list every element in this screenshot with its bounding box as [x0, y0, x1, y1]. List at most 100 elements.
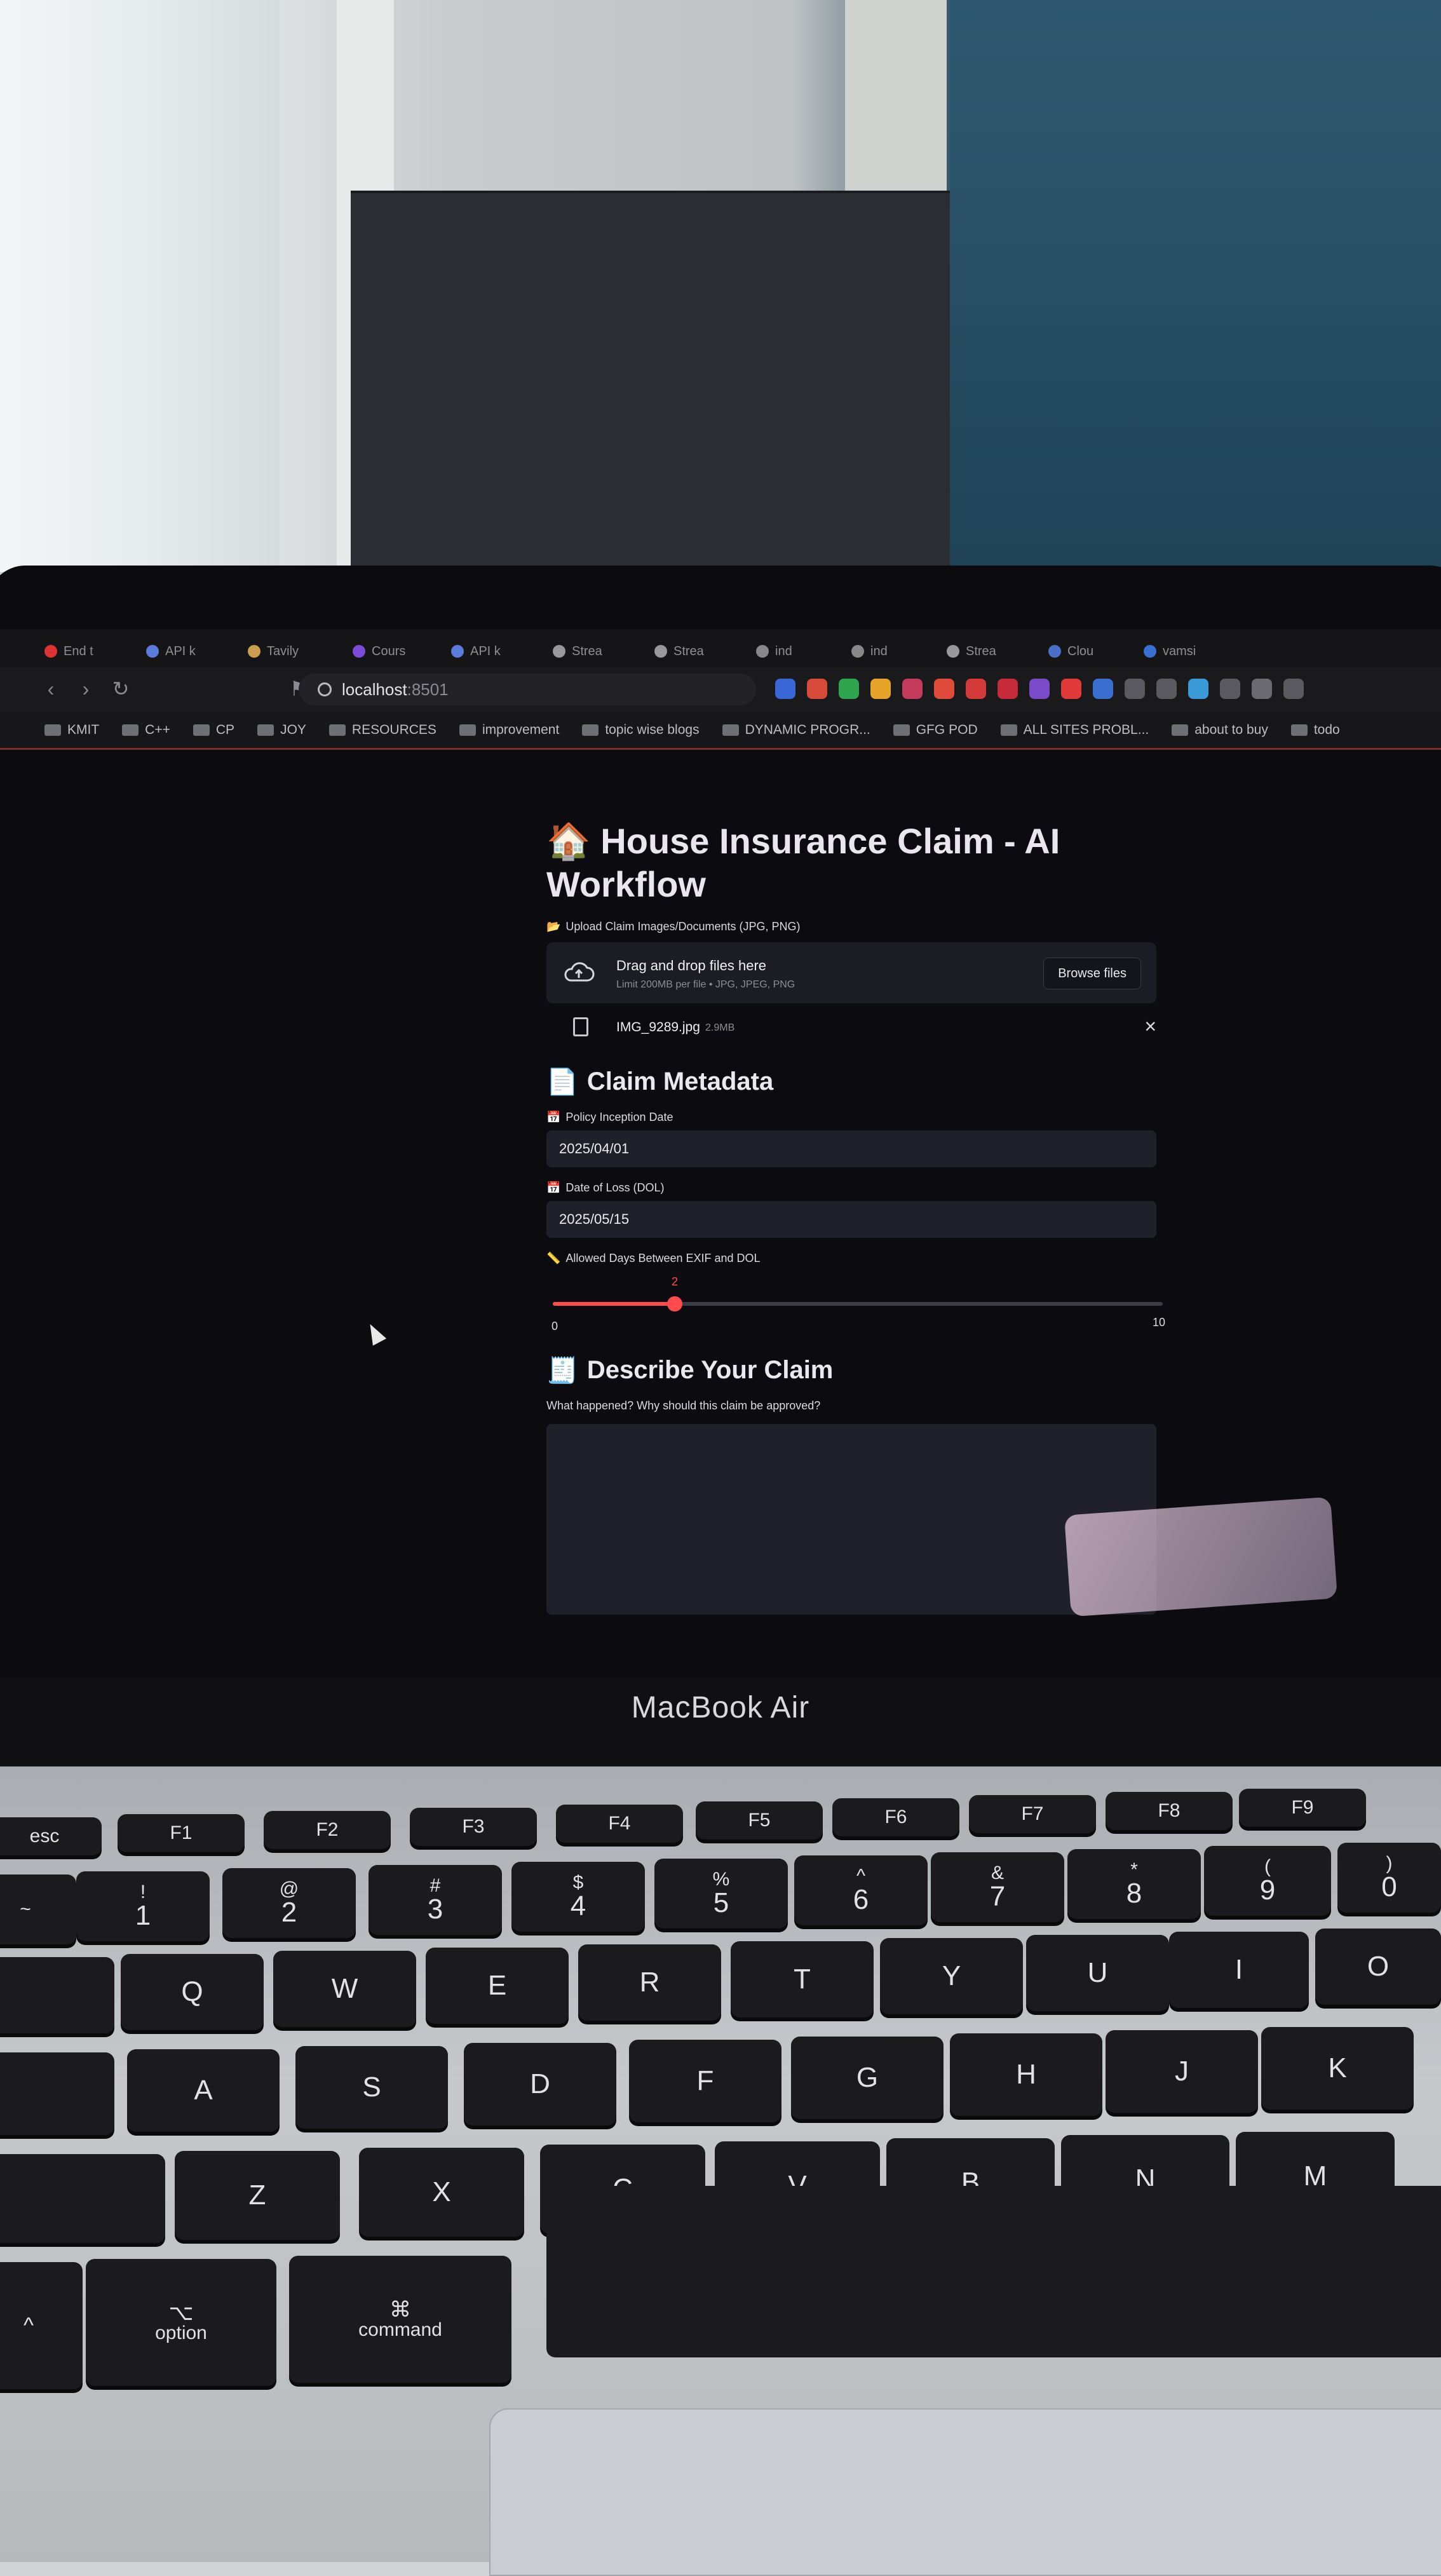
extension-icon[interactable]	[1093, 679, 1113, 699]
key-tab[interactable]	[0, 1957, 114, 2033]
key-y[interactable]: Y	[880, 1938, 1023, 2014]
key-caps[interactable]	[0, 2052, 114, 2135]
key-f5[interactable]: F5	[696, 1801, 823, 1840]
reload-icon[interactable]: ↻	[108, 676, 133, 702]
key-o[interactable]: O	[1315, 1929, 1441, 2005]
browser-tab[interactable]: Tavily	[248, 642, 299, 661]
extension-icon[interactable]	[1188, 679, 1208, 699]
key-6[interactable]: ^ 6	[794, 1855, 928, 1925]
key-space[interactable]	[546, 2186, 1441, 2357]
file-dropzone[interactable]: Drag and drop files here Limit 200MB per…	[546, 942, 1156, 1003]
extension-icon[interactable]	[1283, 679, 1304, 699]
extension-icon[interactable]	[839, 679, 859, 699]
extension-icon[interactable]	[1125, 679, 1145, 699]
browser-tab[interactable]: End t	[44, 642, 93, 661]
key-d[interactable]: D	[464, 2043, 616, 2125]
key-q[interactable]: Q	[121, 1954, 264, 2030]
key-esc[interactable]: esc	[0, 1817, 102, 1855]
key-r[interactable]: R	[578, 1944, 721, 2021]
key-5[interactable]: % 5	[654, 1859, 788, 1929]
site-info-icon[interactable]	[318, 682, 332, 696]
key-control[interactable]: ^	[0, 2262, 83, 2389]
browser-tab[interactable]: ind	[756, 642, 792, 661]
browser-tab[interactable]: Clou	[1048, 642, 1093, 661]
key-shift[interactable]	[0, 2154, 165, 2243]
key-k[interactable]: K	[1261, 2027, 1414, 2110]
extension-icon[interactable]	[902, 679, 923, 699]
bookmark-folder[interactable]: improvement	[459, 722, 559, 738]
extension-icon[interactable]	[1156, 679, 1177, 699]
key-f1[interactable]: F1	[118, 1814, 245, 1852]
extension-icon[interactable]	[1252, 679, 1272, 699]
key-z[interactable]: Z	[175, 2151, 340, 2240]
browser-tab[interactable]: Strea	[553, 642, 602, 661]
key-e[interactable]: E	[426, 1948, 569, 2024]
bookmark-folder[interactable]: GFG POD	[893, 722, 978, 738]
key-option[interactable]: ⌥ option	[86, 2259, 276, 2386]
bookmark-folder[interactable]: JOY	[257, 722, 306, 738]
remove-file-button[interactable]: ×	[1144, 1015, 1156, 1038]
key-f7[interactable]: F7	[969, 1795, 1096, 1833]
key-f[interactable]: F	[629, 2040, 781, 2122]
key-w[interactable]: W	[273, 1951, 416, 2027]
browser-tab[interactable]: Strea	[947, 642, 996, 661]
claim-description-textarea[interactable]	[546, 1424, 1156, 1615]
key-t[interactable]: T	[731, 1941, 874, 2017]
key-u[interactable]: U	[1026, 1935, 1169, 2011]
address-bar[interactable]: localhost:8501	[299, 674, 756, 705]
key-f2[interactable]: F2	[264, 1811, 391, 1849]
key-8[interactable]: * 8	[1067, 1849, 1201, 1919]
slider-thumb[interactable]	[667, 1296, 682, 1312]
key-i[interactable]: I	[1169, 1932, 1309, 2008]
bookmark-folder[interactable]: todo	[1290, 722, 1340, 738]
trackpad[interactable]	[489, 2408, 1441, 2576]
bookmark-folder[interactable]: C++	[122, 722, 170, 738]
key-g[interactable]: G	[791, 2037, 944, 2119]
bookmark-folder[interactable]: topic wise blogs	[582, 722, 700, 738]
browser-tab[interactable]: Strea	[654, 642, 704, 661]
key-command[interactable]: ⌘ command	[289, 2256, 511, 2383]
bookmark-folder[interactable]: DYNAMIC PROGR...	[722, 722, 870, 738]
key-f6[interactable]: F6	[832, 1798, 959, 1836]
days-slider[interactable]: 2 0 10	[546, 1275, 1169, 1339]
bookmark-folder[interactable]: about to buy	[1172, 722, 1268, 738]
dol-date-input[interactable]: 2025/05/15	[546, 1201, 1156, 1238]
key-7[interactable]: & 7	[931, 1852, 1064, 1922]
key-9[interactable]: (9	[1204, 1846, 1331, 1916]
key-0[interactable]: ) 0	[1337, 1843, 1441, 1913]
browser-tab[interactable]: API k	[451, 642, 501, 661]
extension-icon[interactable]	[934, 679, 954, 699]
key-j[interactable]: J	[1106, 2030, 1258, 2113]
key-f9[interactable]: F9	[1239, 1789, 1366, 1827]
key-tilde[interactable]: ~	[0, 1874, 76, 1944]
key-1[interactable]: ! 1	[76, 1871, 210, 1941]
key-3[interactable]: #3	[369, 1865, 502, 1935]
key-4[interactable]: $4	[511, 1862, 645, 1932]
key-x[interactable]: X	[359, 2148, 524, 2237]
policy-date-input[interactable]: 2025/04/01	[546, 1130, 1156, 1167]
bookmark-folder[interactable]: RESOURCES	[328, 722, 436, 738]
browser-tab[interactable]: Cours	[353, 642, 405, 661]
key-f4[interactable]: F4	[556, 1805, 683, 1843]
extension-icon[interactable]	[1061, 679, 1081, 699]
extension-icon[interactable]	[966, 679, 986, 699]
extension-icon[interactable]	[775, 679, 795, 699]
back-arrow-icon[interactable]: ‹	[38, 676, 64, 702]
browse-files-button[interactable]: Browse files	[1043, 958, 1141, 989]
key-2[interactable]: @2	[222, 1868, 356, 1938]
browser-tab[interactable]: ind	[851, 642, 888, 661]
browser-tab[interactable]: API k	[146, 642, 196, 661]
browser-tab[interactable]: vamsi	[1144, 642, 1196, 661]
bookmark-folder[interactable]: ALL SITES PROBL...	[1000, 722, 1149, 738]
bookmark-folder[interactable]: KMIT	[44, 722, 99, 738]
extension-icon[interactable]	[807, 679, 827, 699]
extension-icon[interactable]	[998, 679, 1018, 699]
key-f3[interactable]: F3	[410, 1808, 537, 1846]
key-h[interactable]: H	[950, 2033, 1102, 2116]
extension-icon[interactable]	[870, 679, 891, 699]
forward-arrow-icon[interactable]: ›	[73, 676, 98, 702]
extension-icon[interactable]	[1220, 679, 1240, 699]
extension-icon[interactable]	[1029, 679, 1050, 699]
bookmark-folder[interactable]: CP	[193, 722, 234, 738]
key-a[interactable]: A	[127, 2049, 280, 2132]
